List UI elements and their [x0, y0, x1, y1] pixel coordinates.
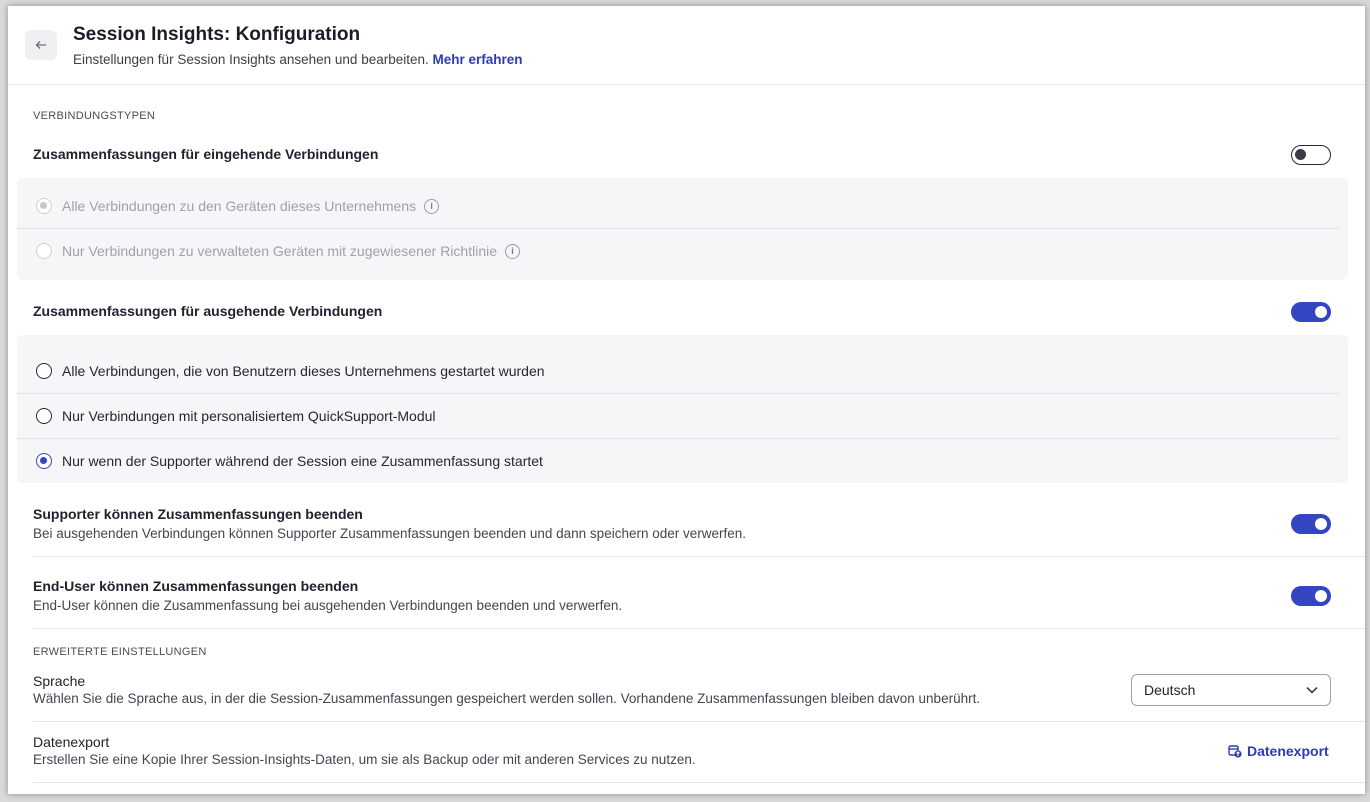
chevron-down-icon: [1306, 686, 1318, 694]
divider: [33, 628, 1365, 629]
option-label: Nur Verbindungen mit personalisiertem Qu…: [62, 408, 436, 424]
incoming-options-panel: Alle Verbindungen zu den Geräten dieses …: [17, 178, 1348, 280]
supporter-end-title: Supporter können Zusammenfassungen beend…: [33, 506, 363, 522]
outgoing-summaries-title: Zusammenfassungen für ausgehende Verbind…: [33, 303, 383, 319]
export-icon: [1228, 745, 1242, 758]
settings-window: Session Insights: Konfiguration Einstell…: [8, 6, 1365, 794]
radio-button[interactable]: [36, 408, 52, 424]
export-description: Erstellen Sie eine Kopie Ihrer Session-I…: [33, 752, 696, 767]
page-title: Session Insights: Konfiguration: [73, 24, 361, 45]
back-button[interactable]: [25, 30, 57, 60]
incoming-option-managed[interactable]: Nur Verbindungen zu verwalteten Geräten …: [17, 229, 1339, 273]
supporter-end-toggle[interactable]: [1291, 514, 1331, 534]
incoming-summaries-toggle[interactable]: [1291, 145, 1331, 165]
divider: [33, 782, 1365, 783]
arrow-left-icon: [35, 41, 46, 49]
toggle-knob: [1315, 306, 1327, 318]
enduser-end-toggle[interactable]: [1291, 586, 1331, 606]
toggle-knob: [1295, 149, 1306, 160]
outgoing-summaries-toggle[interactable]: [1291, 302, 1331, 322]
supporter-end-description: Bei ausgehenden Verbindungen können Supp…: [33, 526, 747, 541]
section-label-connection-types: VERBINDUNGSTYPEN: [33, 110, 156, 122]
radio-button[interactable]: [36, 198, 52, 214]
export-title: Datenexport: [33, 734, 110, 750]
option-label: Nur Verbindungen zu verwalteten Geräten …: [62, 243, 498, 259]
info-icon[interactable]: i: [505, 243, 521, 259]
incoming-summaries-title: Zusammenfassungen für eingehende Verbind…: [33, 146, 379, 162]
learn-more-link[interactable]: Mehr erfahren: [433, 52, 523, 67]
language-title: Sprache: [33, 673, 86, 689]
info-icon[interactable]: i: [424, 198, 440, 214]
section-label-advanced: ERWEITERTE EINSTELLUNGEN: [33, 646, 207, 658]
radio-button[interactable]: [36, 453, 52, 469]
option-label: Alle Verbindungen, die von Benutzern die…: [62, 363, 545, 379]
toggle-knob: [1315, 518, 1327, 530]
data-export-button[interactable]: Datenexport: [1228, 743, 1329, 759]
incoming-option-all[interactable]: Alle Verbindungen zu den Geräten dieses …: [17, 184, 1339, 229]
enduser-end-title: End-User können Zusammenfassungen beende…: [33, 578, 359, 594]
option-label: Nur wenn der Supporter während der Sessi…: [62, 453, 543, 469]
language-select[interactable]: Deutsch: [1131, 674, 1331, 706]
language-select-value: Deutsch: [1144, 682, 1196, 698]
radio-button[interactable]: [36, 363, 52, 379]
radio-button[interactable]: [36, 243, 52, 259]
outgoing-options-panel: Alle Verbindungen, die von Benutzern die…: [17, 335, 1348, 483]
language-description: Wählen Sie die Sprache aus, in der die S…: [33, 691, 981, 706]
divider: [33, 721, 1365, 722]
page-header: Session Insights: Konfiguration Einstell…: [8, 6, 1365, 85]
toggle-knob: [1315, 590, 1327, 602]
data-export-label: Datenexport: [1247, 743, 1329, 759]
divider: [33, 556, 1365, 557]
outgoing-option-quicksupport[interactable]: Nur Verbindungen mit personalisiertem Qu…: [17, 394, 1339, 439]
enduser-end-description: End-User können die Zusammenfassung bei …: [33, 598, 623, 613]
outgoing-option-supporter-start[interactable]: Nur wenn der Supporter während der Sessi…: [17, 439, 1339, 483]
outgoing-option-all[interactable]: Alle Verbindungen, die von Benutzern die…: [17, 349, 1339, 394]
subtitle-text: Einstellungen für Session Insights anseh…: [73, 52, 429, 67]
option-label: Alle Verbindungen zu den Geräten dieses …: [62, 198, 417, 214]
page-subtitle: Einstellungen für Session Insights anseh…: [73, 52, 523, 67]
